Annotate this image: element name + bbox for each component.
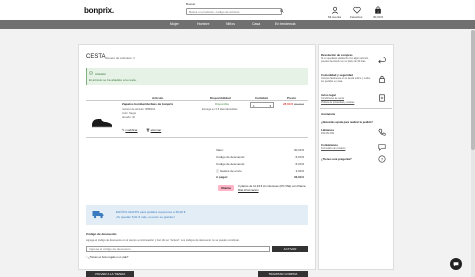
checkout-button[interactable]: TRAMITAR COMPRA xyxy=(258,271,308,277)
comfort-text: Compra fácilmente en tu tienda online y … xyxy=(321,77,371,84)
truck-icon xyxy=(92,211,104,219)
search-input[interactable] xyxy=(186,8,282,15)
voucher-link-text: ¿Tienes un bono regalo o un vale? xyxy=(88,256,129,259)
modify-link[interactable]: ✎ modificar xyxy=(122,128,138,132)
nav-item-hombre[interactable]: Hombre xyxy=(197,22,209,26)
lock-icon xyxy=(379,75,385,83)
top-header: bonprix. Buscar Mi cuenta Favoritos 1 30… xyxy=(0,0,475,20)
search-label: Buscar xyxy=(186,2,196,6)
summary-discount: -5,00 € xyxy=(294,155,304,159)
product-size: tamaño: 42 xyxy=(122,116,135,119)
back-to-shop-button[interactable]: VOLVER A LA TIENDA xyxy=(86,271,134,277)
my-account-link[interactable]: Mi cuenta xyxy=(328,15,341,19)
terms-link[interactable]: Condiciones de venta xyxy=(321,97,344,100)
document-icon xyxy=(379,94,385,102)
nav-item-casa[interactable]: Casa xyxy=(252,22,260,26)
question-icon: ? xyxy=(378,155,386,163)
phone-icon xyxy=(378,128,386,136)
main-nav: Mujer Hombre Niños Casa En tendencia xyxy=(0,20,475,29)
summary-ship-discount: -5,00 € xyxy=(294,162,304,166)
nav-item-ninos[interactable]: Niños xyxy=(226,22,235,26)
success-text: El artículo se ha añadido a la cesta. xyxy=(89,78,137,82)
chat-icon xyxy=(453,262,459,267)
check-circle-icon xyxy=(89,71,93,75)
favorites-link[interactable]: Favoritos xyxy=(350,15,362,19)
summary-value: 30,00 € xyxy=(293,148,304,152)
delivery-estimate: Entrega en 3-5 días laborables xyxy=(202,108,238,111)
return-arrow-icon xyxy=(378,57,386,64)
scrollbar-thumb[interactable] xyxy=(471,30,475,150)
klarna-more-link[interactable]: Más información xyxy=(238,188,259,192)
divider xyxy=(86,100,308,101)
faq-title[interactable]: ¿Tienes una pregunta? xyxy=(321,157,352,161)
user-icon[interactable] xyxy=(330,6,340,14)
quantity-select[interactable]: 1 ▾ xyxy=(250,102,274,108)
assistance-title: Asistencia xyxy=(321,112,335,116)
success-message xyxy=(86,68,308,85)
activate-button[interactable]: ACTIVAR xyxy=(272,246,308,252)
divider xyxy=(86,137,308,138)
summary-total-label: A pagar: xyxy=(216,175,229,179)
cart-item-count: número de artículos: 1 xyxy=(105,56,135,60)
summary-shipping: 3,99 € xyxy=(295,169,304,173)
nav-item-tendencia[interactable]: En tendencia xyxy=(275,22,295,26)
summary-ship-discount-label: Código de descuento: xyxy=(216,162,246,166)
price-old: 39,99 € xyxy=(294,102,305,106)
voucher-link[interactable]: ○ ¿Tienes un bono regalo o un vale? xyxy=(86,256,128,259)
coupon-help: Agrega el código de descuento en el camp… xyxy=(86,239,240,242)
coupon-input[interactable] xyxy=(86,246,270,252)
cart-total-link[interactable]: 30,00 € xyxy=(373,15,383,19)
price-new: 28,99 € xyxy=(283,102,294,106)
chevron-down-icon: ▾ xyxy=(269,103,271,108)
summary-discount-label: Código de descuento: xyxy=(216,155,246,159)
svg-text:?: ? xyxy=(381,157,384,162)
bag-icon[interactable]: 1 xyxy=(373,6,383,14)
search-icon[interactable] xyxy=(280,9,284,13)
product-image[interactable] xyxy=(90,116,114,128)
product-name[interactable]: Zapatos bomber/derbies de bonprix xyxy=(122,102,173,106)
returns-text: Si no quedaras satisfecho con algún artí… xyxy=(321,57,369,64)
success-title: Añadido xyxy=(95,72,107,76)
coupon-title: Código de descuento xyxy=(86,232,117,236)
summary-shipping-label: ⓘ Gastos de envío xyxy=(216,169,242,173)
availability-status: Disponible xyxy=(215,102,230,106)
shipping-banner-line2: ¡Te quedan 5,01 € más, el envío es gratu… xyxy=(116,215,175,219)
heart-icon[interactable] xyxy=(352,6,362,14)
summary-total: 33,99 € xyxy=(293,175,304,179)
cart-title: CESTA xyxy=(86,54,106,60)
nav-item-mujer[interactable]: Mujer xyxy=(170,22,179,26)
chat-bubble-icon xyxy=(378,144,386,151)
klarna-logo: Klarna xyxy=(218,185,234,191)
delete-label: eliminar xyxy=(150,128,162,132)
product-color: color: Negro xyxy=(122,112,137,115)
klarna-text: 3 plazos de 11,33 € sin intereses (0% TA… xyxy=(238,184,308,192)
assistance-question: ¿Necesitas ayuda para realizar tu pedido… xyxy=(321,121,373,124)
product-number: número de artículo: 9585331 xyxy=(122,108,156,111)
shipping-banner-line1: ENVÍOS GRATIS para pedidos superiores a … xyxy=(116,210,186,214)
delete-link[interactable]: 🗑 eliminar xyxy=(146,128,161,132)
summary-value-label: Valor: xyxy=(216,148,224,152)
divider xyxy=(320,108,392,109)
contact-form-link[interactable]: Formulario de contacto xyxy=(321,147,345,150)
phone-number[interactable]: 919 061 821 xyxy=(321,132,334,135)
privacy-link[interactable]: Política de privacidad y cookies xyxy=(321,101,354,104)
modify-label: modificar xyxy=(125,128,138,132)
quantity-value: 1 xyxy=(253,104,255,108)
shipping-label-text: Gastos de envío xyxy=(219,169,242,173)
logo[interactable]: bonprix. xyxy=(84,6,114,15)
